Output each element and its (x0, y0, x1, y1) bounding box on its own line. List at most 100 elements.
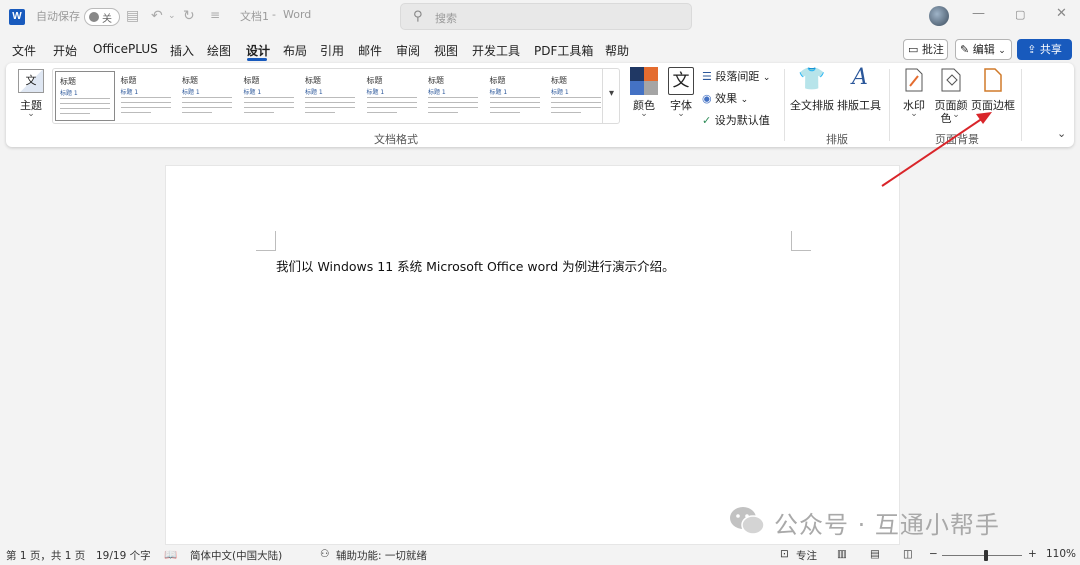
tab-file[interactable]: 文件 (12, 42, 36, 59)
page-borders-icon (984, 68, 1002, 92)
tab-layout[interactable]: 布局 (283, 42, 307, 59)
paragraph-spacing-label: 段落间距 (715, 70, 760, 83)
thumbnail-heading: 标题 1 (60, 90, 78, 97)
page-borders-button[interactable]: 页面边框 (970, 65, 1016, 125)
style-set-gallery: 标题 标题 1 标题 标题 1 标题 标题 1 标题 标题 1 标题 标题 1 标题 标题 1 标题 标题… (52, 68, 620, 124)
zoom-in-icon[interactable]: + (1028, 548, 1037, 560)
accessibility-status[interactable]: 辅助功能: 一切就绪 (336, 548, 427, 563)
chevron-down-icon: ⌄ (762, 73, 771, 83)
fulltext-layout-label: 全文排版 (790, 99, 834, 112)
read-mode-icon[interactable]: ▥ (837, 548, 847, 560)
tab-officeplus[interactable]: OfficePLUS (93, 42, 158, 56)
thumbnail-text-line (120, 112, 151, 113)
undo-dropdown-icon[interactable]: ⌄ (168, 11, 176, 21)
zoom-slider-thumb[interactable] (984, 550, 988, 561)
thumbnail-title: 标题 (60, 77, 76, 86)
tab-review[interactable]: 审阅 (396, 42, 420, 59)
style-set-thumbnail[interactable]: 标题 标题 1 (178, 71, 238, 121)
thumbnail-text-line (60, 113, 90, 114)
style-set-thumbnail[interactable]: 标题 标题 1 (116, 71, 177, 121)
autosave-toggle[interactable]: 关 (84, 8, 120, 26)
effects-label: 效果 (715, 92, 738, 105)
zoom-level[interactable]: 110% (1046, 548, 1076, 560)
group-label-layout: 排版 (826, 133, 848, 146)
chevron-down-icon: ⌄ (640, 109, 648, 119)
undo-icon[interactable]: ↶ (151, 8, 163, 24)
watermark-button[interactable]: 水印 ⌄ (898, 65, 930, 125)
style-set-thumbnail[interactable]: 标题标题 1 (485, 71, 546, 121)
zoom-out-icon[interactable]: − (929, 548, 938, 560)
thumbnail-text-line (182, 97, 232, 98)
tab-mailings[interactable]: 邮件 (358, 42, 382, 59)
gallery-more-button[interactable]: ▾ (602, 68, 620, 124)
thumbnail-text-line (305, 107, 355, 108)
web-layout-icon[interactable]: ◫ (903, 548, 913, 560)
fonts-button[interactable]: 文 字体 ⌄ (664, 65, 700, 125)
tab-developer[interactable]: 开发工具 (472, 42, 520, 59)
minimize-icon[interactable]: — (972, 6, 985, 21)
style-set-thumbnail[interactable]: 标题 标题 1 (547, 71, 607, 121)
print-layout-icon[interactable]: ▤ (870, 548, 880, 560)
tab-help[interactable]: 帮助 (605, 42, 629, 59)
tab-draw[interactable]: 绘图 (207, 42, 231, 59)
effects-button[interactable]: ◉ 效果 ⌄ (702, 90, 748, 106)
style-set-thumbnail[interactable]: 标题 标题 1 (239, 71, 300, 121)
thumbnail-heading: 标题 1 (551, 89, 569, 96)
thumbnail-text-line (489, 102, 540, 103)
thumbnail-heading: 标题 1 (489, 89, 508, 96)
layout-tool-button[interactable]: A 排版工具 (836, 65, 882, 125)
search-box[interactable]: ⚲ 搜索 (400, 3, 692, 30)
paragraph-spacing-button[interactable]: ☰ 段落间距 ⌄ (702, 68, 770, 84)
accessibility-icon[interactable]: ⚇ (320, 548, 329, 560)
zoom-slider[interactable] (942, 555, 1022, 556)
language-status[interactable]: 简体中文(中国大陆) (190, 548, 282, 563)
group-separator (1021, 69, 1022, 141)
document-body-text[interactable]: 我们以 Windows 11 系统 Microsoft Office word … (276, 256, 675, 275)
paragraph-spacing-icon: ☰ (702, 70, 712, 83)
tab-design[interactable]: 设计 (246, 42, 270, 59)
thumbnail-text-line (366, 97, 417, 98)
style-set-thumbnail[interactable]: 标题 标题 1 (424, 71, 484, 121)
fulltext-layout-button[interactable]: 👕 全文排版 (790, 65, 834, 125)
thumbnail-heading: 标题 1 (305, 89, 323, 96)
style-set-thumbnail[interactable]: 标题 标题 1 (362, 71, 423, 121)
proofing-icon[interactable]: 📖 (164, 548, 177, 561)
style-set-thumbnail[interactable]: 标题 标题 1 (301, 71, 361, 121)
word-count[interactable]: 19/19 个字 (96, 548, 151, 563)
save-icon[interactable]: ▤ (126, 8, 139, 24)
thumbnail-title: 标题 (489, 76, 506, 85)
page-count[interactable]: 第 1 页，共 1 页 (6, 548, 85, 563)
customize-toolbar-icon[interactable]: ≡ (210, 8, 220, 22)
chevron-down-icon: ⌄ (910, 109, 918, 119)
collapse-ribbon-icon[interactable]: ⌄ (1057, 127, 1066, 140)
toggle-knob-icon (89, 12, 99, 22)
comments-button[interactable]: ▭ 批注 (903, 39, 948, 60)
page-color-button[interactable]: 页面颜 色 ⌄ (933, 65, 969, 125)
thumbnail-text-line (120, 102, 171, 103)
thumbnail-heading: 标题 1 (182, 89, 200, 96)
set-as-default-button[interactable]: ✓ 设为默认值 (702, 112, 770, 128)
document-page[interactable]: 我们以 Windows 11 系统 Microsoft Office word … (165, 165, 900, 545)
tab-insert[interactable]: 插入 (170, 42, 194, 59)
focus-icon[interactable]: ⊡ (780, 548, 789, 560)
tab-pdf-tools[interactable]: PDF工具箱 (534, 42, 593, 59)
thumbnail-title: 标题 (428, 76, 444, 85)
close-icon[interactable]: ✕ (1056, 6, 1067, 21)
style-set-thumbnail[interactable]: 标题标题 1 (55, 71, 115, 121)
focus-label[interactable]: 专注 (796, 548, 817, 563)
edit-mode-button[interactable]: ✎ 编辑 ⌄ (955, 39, 1012, 60)
theme-button[interactable]: 文 主题 ⌄ (14, 67, 48, 127)
crop-mark-top-left (256, 231, 276, 251)
colors-button[interactable]: 颜色 ⌄ (626, 65, 662, 125)
redo-icon[interactable]: ↻ (183, 8, 195, 24)
tab-home[interactable]: 开始 (53, 42, 77, 59)
avatar[interactable] (929, 6, 949, 26)
thumbnail-text-line (182, 107, 232, 108)
restore-icon[interactable]: ▢ (1015, 8, 1025, 21)
share-button[interactable]: ⇪ 共享 (1017, 39, 1072, 60)
tab-view[interactable]: 视图 (434, 42, 458, 59)
tab-references[interactable]: 引用 (320, 42, 344, 59)
page-borders-label: 页面边框 (971, 99, 1015, 112)
thumbnail-text-line (305, 102, 355, 103)
chevron-down-icon: ⌄ (677, 109, 685, 119)
